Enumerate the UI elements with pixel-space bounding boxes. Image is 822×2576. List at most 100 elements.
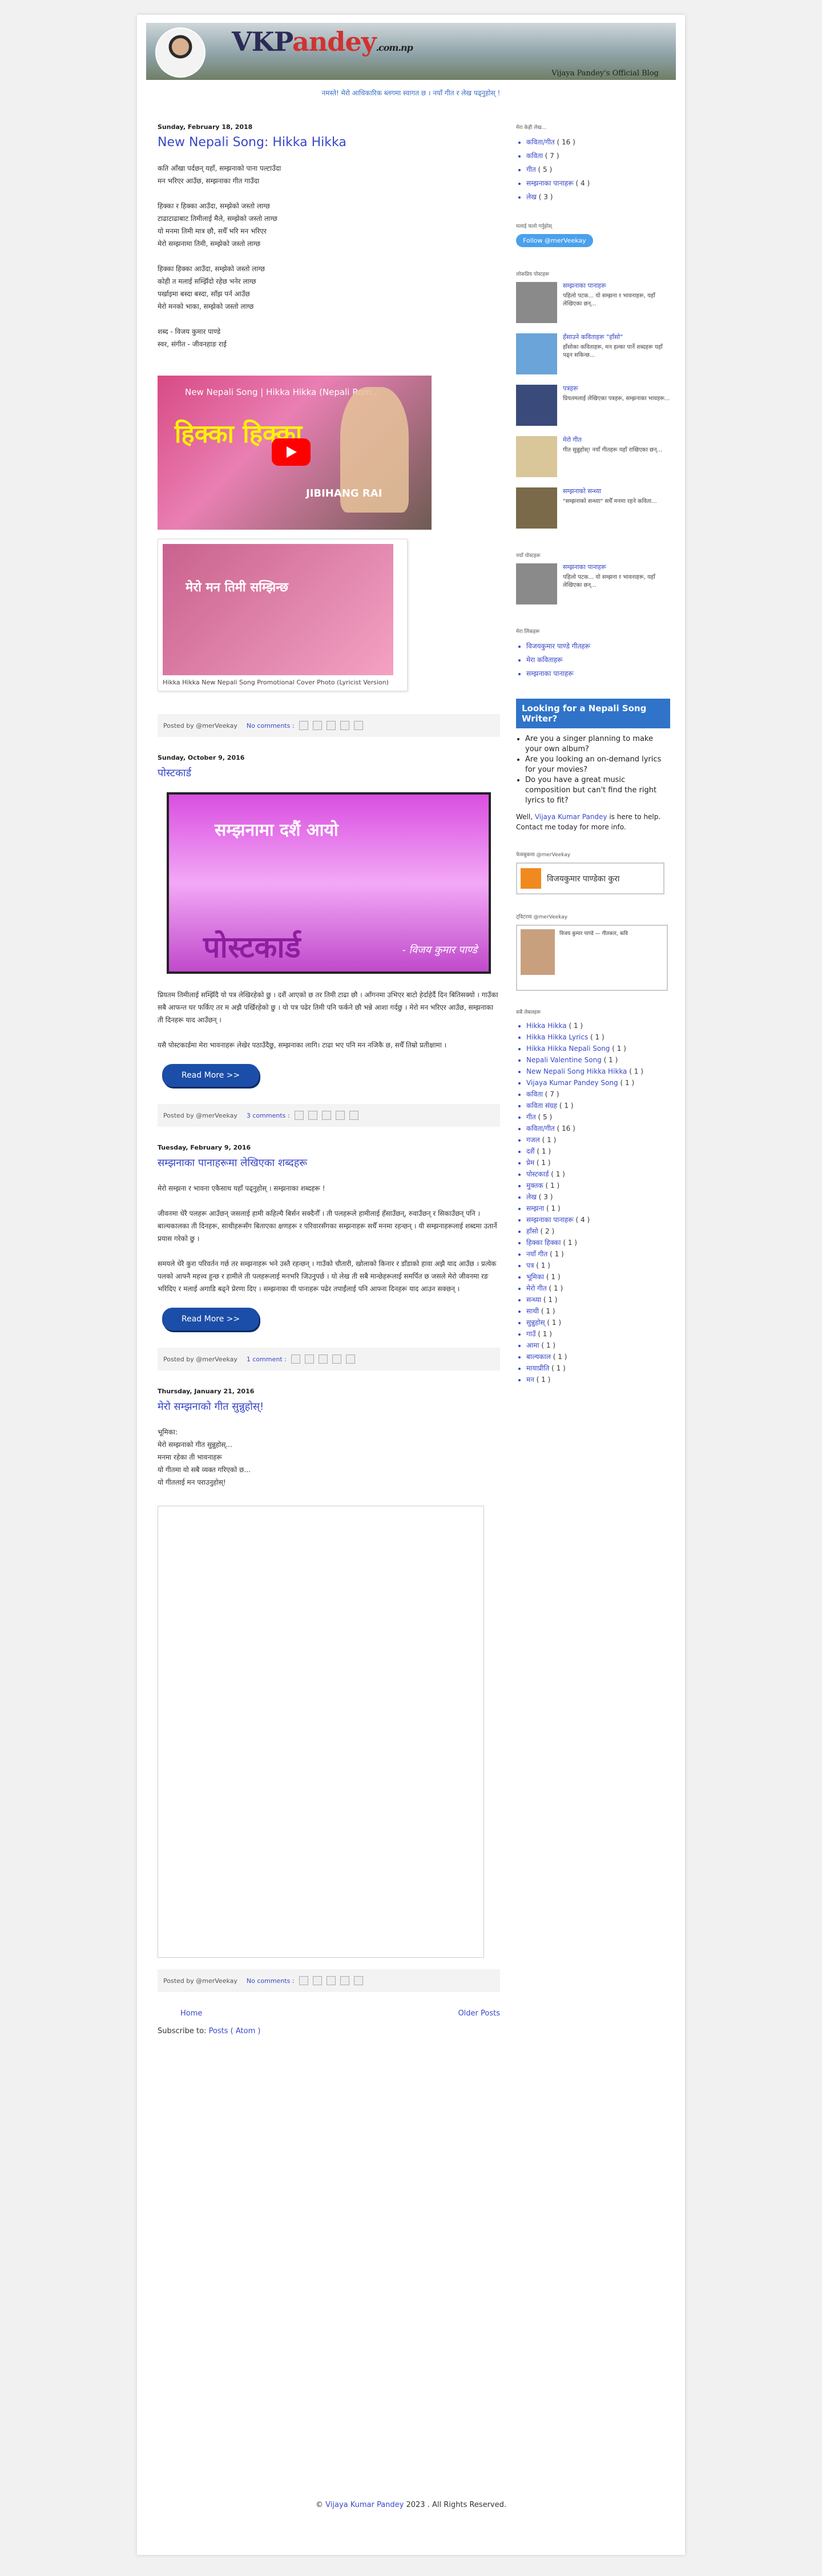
twitter-icon[interactable] bbox=[326, 1976, 336, 1985]
label-item[interactable]: कविता ( 7 ) bbox=[526, 149, 670, 163]
tag-item[interactable]: सुन्नुहोस् ( 1 ) bbox=[526, 1317, 670, 1328]
facebook-badge[interactable]: विजयकुमार पाण्डेका कुरा bbox=[516, 862, 664, 894]
tag-item[interactable]: Hikka Hikka ( 1 ) bbox=[526, 1020, 670, 1031]
cover-photo[interactable]: मेरो मन तिमी सम्झिन्छ bbox=[163, 544, 393, 675]
popular-post[interactable]: हँसाउने कविताहरू "हाँसो" हाँसोका कविताहरू… bbox=[516, 333, 670, 374]
tag-item[interactable]: लेख ( 3 ) bbox=[526, 1191, 670, 1203]
link-item[interactable]: मेरा कविताहरू bbox=[526, 653, 670, 667]
post-title[interactable]: पोस्टकार्ड bbox=[158, 766, 500, 780]
post-thumbnail[interactable] bbox=[516, 487, 557, 529]
tag-item[interactable]: सम्झनाका पानाहरू ( 4 ) bbox=[526, 1214, 670, 1225]
post-title[interactable]: New Nepali Song: Hikka Hikka bbox=[158, 135, 500, 150]
twitter-icon[interactable] bbox=[321, 1111, 331, 1120]
popular-post[interactable]: मेरो गीत गीत सुन्नुहोस्! नयाँ गीतहरू यहाँ… bbox=[516, 436, 670, 477]
email-icon[interactable] bbox=[299, 1976, 308, 1985]
older-posts-link[interactable]: Older Posts bbox=[458, 2009, 500, 2018]
tag-item[interactable]: पोस्टकार्ड ( 1 ) bbox=[526, 1168, 670, 1180]
label-item[interactable]: सम्झनाका पानाहरू ( 4 ) bbox=[526, 176, 670, 190]
tag-item[interactable]: आमा ( 1 ) bbox=[526, 1340, 670, 1351]
tag-item[interactable]: Hikka Hikka Lyrics ( 1 ) bbox=[526, 1031, 670, 1043]
tag-item[interactable]: नयाँ गीत ( 1 ) bbox=[526, 1248, 670, 1260]
comments-link[interactable]: No comments : bbox=[247, 1977, 295, 1985]
read-more-button[interactable]: Read More >> bbox=[162, 1064, 260, 1087]
twitter-follow-button[interactable]: Follow @merVeekay bbox=[516, 234, 593, 247]
songwriter-ad-list: Are you a singer planning to make your o… bbox=[516, 734, 670, 806]
atom-feed-link[interactable]: Posts ( Atom ) bbox=[209, 2027, 261, 2035]
blog-icon[interactable] bbox=[304, 1354, 314, 1364]
blog-icon[interactable] bbox=[308, 1111, 317, 1120]
facebook-icon[interactable] bbox=[332, 1354, 341, 1364]
tag-item[interactable]: New Nepali Song Hikka Hikka ( 1 ) bbox=[526, 1066, 670, 1077]
blog-icon[interactable] bbox=[312, 721, 322, 730]
tag-item[interactable]: मेरो गीत ( 1 ) bbox=[526, 1283, 670, 1294]
tag-item[interactable]: प्रेम ( 1 ) bbox=[526, 1157, 670, 1168]
popular-post[interactable]: सम्झनाको सन्ध्या "सम्झनाको सन्ध्या" सधैँ … bbox=[516, 487, 670, 529]
comments-link[interactable]: 3 comments : bbox=[247, 1112, 290, 1119]
tag-item[interactable]: पत्र ( 1 ) bbox=[526, 1260, 670, 1271]
email-icon[interactable] bbox=[291, 1354, 300, 1364]
tag-item[interactable]: मन ( 1 ) bbox=[526, 1374, 670, 1385]
comments-link[interactable]: No comments : bbox=[247, 722, 295, 729]
comments-link[interactable]: 1 comment : bbox=[247, 1356, 287, 1363]
pinterest-icon[interactable] bbox=[353, 721, 363, 730]
tag-item[interactable]: साथी ( 1 ) bbox=[526, 1305, 670, 1317]
tag-item[interactable]: कविता/गीत ( 16 ) bbox=[526, 1123, 670, 1134]
tag-item[interactable]: Hikka Hikka Nepali Song ( 1 ) bbox=[526, 1043, 670, 1054]
video-title[interactable]: New Nepali Song | Hikka Hikka (Nepali Ro… bbox=[185, 387, 380, 397]
tag-item[interactable]: सम्झना ( 1 ) bbox=[526, 1203, 670, 1214]
author-link[interactable]: Vijaya Kumar Pandey bbox=[325, 2501, 404, 2509]
post-thumbnail[interactable] bbox=[516, 436, 557, 477]
tag-item[interactable]: हाँसो ( 2 ) bbox=[526, 1225, 670, 1237]
recent-post[interactable]: सम्झनाका पानाहरू पहिलो पटक... यो सम्झना र… bbox=[516, 563, 670, 604]
tag-item[interactable]: गीत ( 5 ) bbox=[526, 1111, 670, 1123]
play-icon[interactable] bbox=[272, 438, 311, 466]
tag-item[interactable]: भूमिका ( 1 ) bbox=[526, 1271, 670, 1283]
email-icon[interactable] bbox=[294, 1111, 304, 1120]
label-item[interactable]: लेख ( 3 ) bbox=[526, 190, 670, 204]
tag-item[interactable]: दशैं ( 1 ) bbox=[526, 1146, 670, 1157]
post-title[interactable]: मेरो सम्झनाको गीत सुन्नुहोस्! bbox=[158, 1400, 500, 1413]
pinterest-icon[interactable] bbox=[353, 1976, 363, 1985]
tag-item[interactable]: Vijaya Kumar Pandey Song ( 1 ) bbox=[526, 1077, 670, 1089]
blog-header[interactable]: VKPandey.com.np Vijaya Pandey's Official… bbox=[146, 23, 676, 80]
home-link[interactable]: Home bbox=[180, 2009, 202, 2018]
youtube-video[interactable]: New Nepali Song | Hikka Hikka (Nepali Ro… bbox=[158, 376, 432, 530]
post-thumbnail[interactable] bbox=[516, 282, 557, 323]
tag-item[interactable]: गाउँ ( 1 ) bbox=[526, 1328, 670, 1340]
label-item[interactable]: गीत ( 5 ) bbox=[526, 163, 670, 176]
popular-post[interactable]: सम्झनाका पानाहरू पहिलो पटक... यो सम्झना र… bbox=[516, 282, 670, 323]
blog-icon[interactable] bbox=[312, 1976, 322, 1985]
label-item[interactable]: कविता/गीत ( 16 ) bbox=[526, 135, 670, 149]
read-more-button[interactable]: Read More >> bbox=[162, 1308, 260, 1331]
facebook-icon[interactable] bbox=[335, 1111, 345, 1120]
tag-item[interactable]: बाल्यकाल ( 1 ) bbox=[526, 1351, 670, 1362]
twitter-icon[interactable] bbox=[318, 1354, 328, 1364]
embedded-frame[interactable] bbox=[158, 1506, 484, 1958]
tag-item[interactable]: मुक्तक ( 1 ) bbox=[526, 1180, 670, 1191]
post-thumbnail[interactable] bbox=[516, 333, 557, 374]
tag-item[interactable]: सन्ध्या ( 1 ) bbox=[526, 1294, 670, 1305]
author-link[interactable]: Vijaya Kumar Pandey bbox=[535, 813, 607, 821]
tag-item[interactable]: मायाप्रीति ( 1 ) bbox=[526, 1362, 670, 1374]
tag-item[interactable]: Nepali Valentine Song ( 1 ) bbox=[526, 1054, 670, 1066]
postcard-banner[interactable]: सम्झनामा दशैं आयो पोस्टकार्ड - विजय कुमा… bbox=[167, 792, 491, 974]
post-thumbnail[interactable] bbox=[516, 385, 557, 426]
link-item[interactable]: विजयकुमार पाण्डे गीतहरू bbox=[526, 639, 670, 653]
email-icon[interactable] bbox=[299, 721, 308, 730]
pinterest-icon[interactable] bbox=[349, 1111, 358, 1120]
blog-logo[interactable]: VKPandey.com.np bbox=[232, 26, 413, 57]
facebook-icon[interactable] bbox=[340, 721, 349, 730]
tag-item[interactable]: हिक्का हिक्का ( 1 ) bbox=[526, 1237, 670, 1248]
popular-post[interactable]: पत्रहरू प्रियतमलाई लेखिएका पत्रहरू, सम्झन… bbox=[516, 385, 670, 426]
link-item[interactable]: सम्झनाका पानाहरू bbox=[526, 667, 670, 680]
twitter-profile-card[interactable]: विजय कुमार पाण्डे — गीतकार, कवि bbox=[516, 925, 668, 991]
facebook-icon[interactable] bbox=[340, 1976, 349, 1985]
post-thumbnail[interactable] bbox=[516, 563, 557, 604]
post-title[interactable]: सम्झनाका पानाहरूमा लेखिएका शब्दहरू bbox=[158, 1156, 500, 1170]
tag-item[interactable]: गजल ( 1 ) bbox=[526, 1134, 670, 1146]
post-image[interactable]: मेरो मन तिमी सम्झिन्छ Hikka Hikka New Ne… bbox=[158, 539, 408, 691]
tag-item[interactable]: कविता ( 7 ) bbox=[526, 1089, 670, 1100]
tag-item[interactable]: कविता संग्रह ( 1 ) bbox=[526, 1100, 670, 1111]
pinterest-icon[interactable] bbox=[345, 1354, 355, 1364]
twitter-icon[interactable] bbox=[326, 721, 336, 730]
